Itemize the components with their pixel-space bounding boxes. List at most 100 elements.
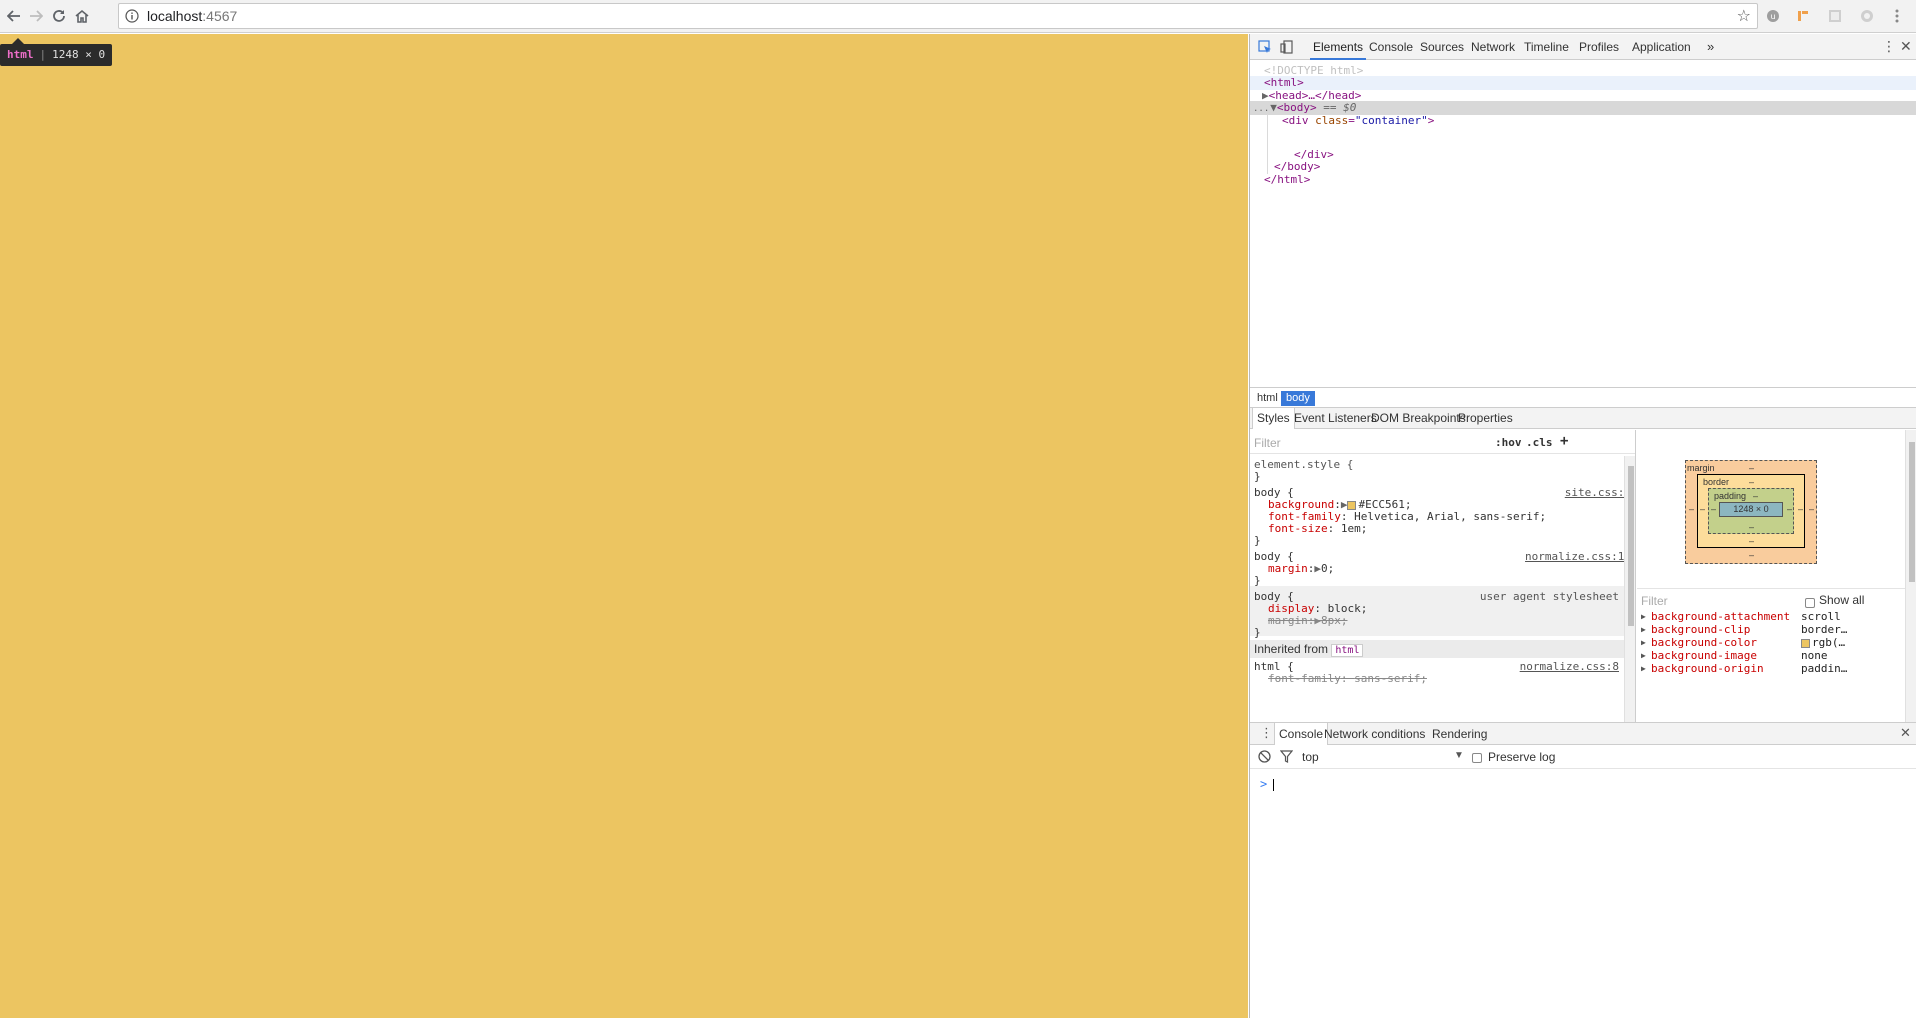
dom-body-open[interactable]: ...▼<body> == $0 [1250,101,1916,115]
more-tabs-icon[interactable]: » [1704,34,1717,60]
computed-row[interactable]: ▶ background-origin paddin… [1637,662,1905,675]
dom-ellipsis: ... [1253,104,1270,114]
tab-styles[interactable]: Styles [1252,408,1295,429]
drawer-menu-icon[interactable]: ⋮ [1260,726,1273,741]
extension-icon-1[interactable]: u [1764,7,1782,25]
show-all-checkbox[interactable] [1805,595,1815,609]
tab-profiles[interactable]: Profiles [1576,34,1622,60]
rule3-source: user agent stylesheet [1479,590,1619,603]
context-selector[interactable]: top [1302,750,1319,764]
rule2-prop-margin[interactable]: margin:▶0; [1268,562,1334,576]
class-toggle[interactable]: .cls [1526,436,1553,449]
page-viewport[interactable] [0,34,1248,1018]
dom-html-close[interactable]: </html> [1264,173,1310,187]
show-all-label: Show all [1819,593,1865,607]
console-toolbar: top ▼ Preserve log [1250,745,1916,769]
filter-icon[interactable] [1279,750,1294,766]
tab-elements[interactable]: Elements [1310,34,1367,60]
devtools-tab-bar: Elements Console Sources Network Timelin… [1250,34,1916,60]
margin-left-value: – [1689,504,1695,514]
rule4-prop-font-family[interactable]: font-family: sans-serif; [1268,672,1427,686]
margin-right-value: – [1809,504,1815,514]
rule3-prop-margin-overridden[interactable]: margin:▶8px; [1268,614,1348,628]
color-swatch [1801,638,1810,648]
breadcrumb-body[interactable]: body [1281,391,1315,406]
border-right-value: – [1798,504,1804,514]
console-input[interactable]: > [1260,777,1275,791]
dom-body-close[interactable]: </body> [1274,160,1320,174]
reload-icon[interactable] [47,4,71,28]
inherited-section-header: Inherited from html [1250,640,1624,658]
computed-filter-row: Filter Show all [1637,588,1916,608]
url-port: :4567 [202,8,238,24]
tab-console[interactable]: Console [1366,34,1416,60]
padding-left-value: – [1711,504,1717,514]
tab-properties[interactable]: Properties [1454,408,1517,429]
computed-row[interactable]: ▶ background-attachment scroll [1637,610,1905,623]
computed-row[interactable]: ▶ background-image none [1637,649,1905,662]
close-drawer-icon[interactable]: ✕ [1900,726,1911,741]
hover-state-toggle[interactable]: :hov [1495,436,1522,449]
preserve-log-label: Preserve log [1488,750,1556,764]
dom-tree: <!DOCTYPE html> <html> ▶<head>…</head> .… [1250,60,1916,406]
tooltip-tag: html [7,48,34,61]
svg-text:u: u [1770,12,1775,21]
tooltip-size: 1248 × 0 [52,48,106,61]
inherited-tag[interactable]: html [1331,644,1364,657]
inspect-element-icon[interactable] [1256,38,1274,56]
extension-icon-3[interactable] [1826,7,1844,25]
computed-scrollbar-thumb[interactable] [1909,442,1915,582]
computed-pane: margin – border – padding – 1248 × 0 – –… [1637,430,1916,722]
computed-row[interactable]: ▶ background-color rgb(… [1637,636,1905,649]
drawer-tab-rendering[interactable]: Rendering [1428,723,1491,745]
element-style-selector[interactable]: element.style { [1254,458,1353,472]
boxmodel-content[interactable]: 1248 × 0 [1719,502,1783,517]
rule4-source-link[interactable]: normalize.css:8 [1520,660,1619,673]
browser-toolbar: localhost:4567 ☆ u [0,0,1916,33]
clear-console-icon[interactable] [1258,750,1271,766]
devtools-menu-icon[interactable]: ⋮ [1882,38,1896,56]
rule1-source-link[interactable]: site.css:1 [1565,486,1631,499]
forward-icon[interactable] [24,4,48,28]
star-icon[interactable]: ☆ [1737,7,1751,25]
devtools-panel: Elements Console Sources Network Timelin… [1249,34,1916,1018]
device-toolbar-icon[interactable] [1278,38,1296,56]
styles-pane: Filter :hov .cls + element.style { } bod… [1250,430,1636,722]
rule-close-brace: } [1254,626,1261,639]
rule2-source-link[interactable]: normalize.css:18 [1525,550,1631,563]
padding-top-value: – [1753,491,1759,501]
tab-sources[interactable]: Sources [1417,34,1467,60]
preserve-log-checkbox[interactable] [1472,750,1482,764]
drawer-tab-network-conditions[interactable]: Network conditions [1320,723,1429,745]
tab-application[interactable]: Application [1629,34,1694,60]
new-rule-button[interactable]: + [1560,433,1568,449]
styles-scrollbar-thumb[interactable] [1628,466,1634,626]
computed-row[interactable]: ▶ background-clip border… [1637,623,1905,636]
menu-icon[interactable] [1888,7,1906,25]
tooltip-separator: | [39,48,47,61]
breadcrumb: html body [1250,387,1916,407]
color-swatch[interactable] [1347,500,1357,510]
info-icon[interactable] [125,9,139,23]
dom-div-open[interactable]: <div class="container"> [1282,114,1434,128]
computed-scrollbar[interactable] [1905,430,1916,722]
body-selected-marker: == $0 [1316,101,1357,114]
breadcrumb-html[interactable]: html [1252,391,1283,406]
context-dropdown-icon[interactable]: ▼ [1454,750,1464,761]
border-top-value: – [1749,477,1755,487]
styles-scrollbar[interactable] [1624,456,1635,722]
html-close-tag: </html> [1264,173,1311,186]
extension-icon-2[interactable] [1794,7,1812,25]
extension-icon-4[interactable] [1858,7,1876,25]
collapse-arrow-icon[interactable]: ▼ [1270,101,1277,114]
home-icon[interactable] [70,4,94,28]
tab-network[interactable]: Network [1468,34,1518,60]
back-icon[interactable] [2,4,26,28]
tab-timeline[interactable]: Timeline [1521,34,1572,60]
styles-filter-input[interactable]: Filter [1254,436,1281,450]
rule1-prop-font-size[interactable]: font-size: 1em; [1268,522,1367,536]
address-bar[interactable]: localhost:4567 ☆ [118,3,1758,29]
close-devtools-icon[interactable]: ✕ [1900,38,1912,56]
dom-html-open[interactable]: <html> [1250,76,1916,90]
computed-filter-input[interactable]: Filter [1641,594,1668,608]
